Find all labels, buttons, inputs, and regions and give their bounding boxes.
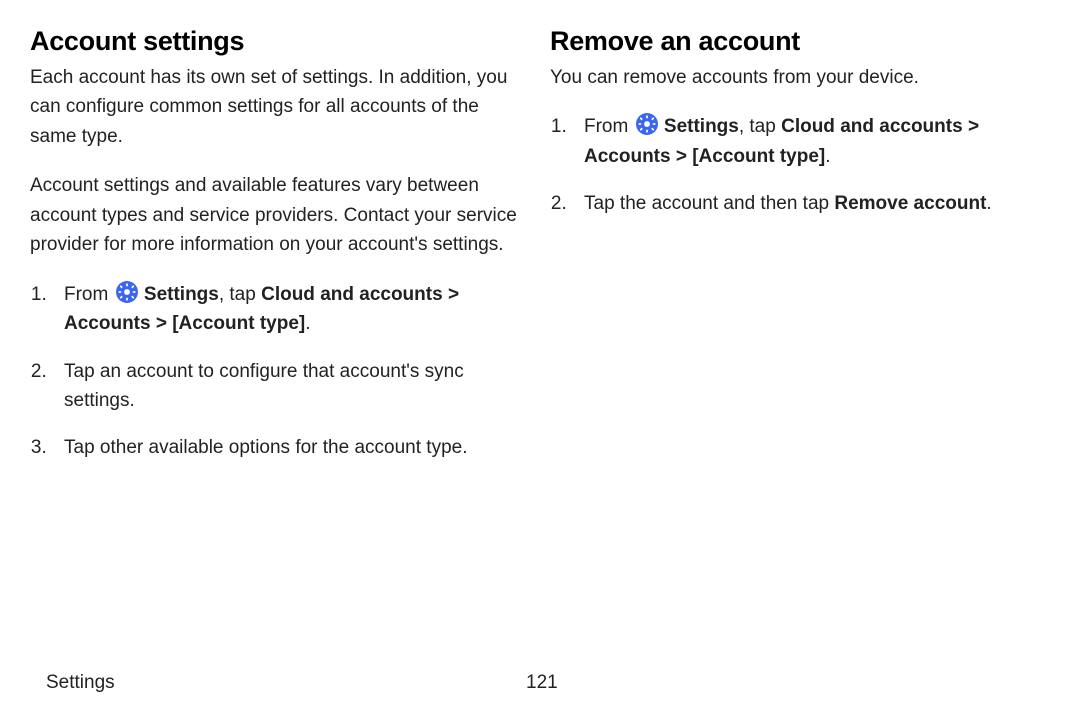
bold-text: Settings xyxy=(664,116,739,137)
bold-text: Accounts xyxy=(64,313,151,334)
bold-text: Remove account xyxy=(834,193,986,214)
list-item: From Settings, tap Cloud and accounts > … xyxy=(52,280,520,339)
bold-text: > xyxy=(671,146,693,167)
list-item: From Settings, tap Cloud and accounts > … xyxy=(572,112,1040,171)
text: From xyxy=(584,116,634,137)
footer-section-name: Settings xyxy=(46,672,526,694)
bold-text: > xyxy=(443,284,459,305)
steps-list: From Settings, tap Cloud and accounts > … xyxy=(550,112,1040,218)
bold-text: [Account type] xyxy=(172,313,305,334)
steps-list: From Settings, tap Cloud and accounts > … xyxy=(30,280,520,463)
bold-text: Cloud and accounts xyxy=(781,116,963,137)
text: From xyxy=(64,284,114,305)
heading-account-settings: Account settings xyxy=(30,26,520,57)
heading-remove-account: Remove an account xyxy=(550,26,1040,57)
bold-text: Settings xyxy=(144,284,219,305)
bold-text: > xyxy=(151,313,173,334)
paragraph: Account settings and available features … xyxy=(30,171,520,259)
page-footer: Settings 121 xyxy=(30,672,1040,700)
text: . xyxy=(986,193,991,214)
settings-gear-icon xyxy=(116,281,138,303)
text: , tap xyxy=(739,116,781,137)
list-item: Tap other available options for the acco… xyxy=(52,433,520,462)
right-column: Remove an account You can remove account… xyxy=(550,20,1040,481)
paragraph: You can remove accounts from your device… xyxy=(550,63,1040,92)
list-item: Tap the account and then tap Remove acco… xyxy=(572,189,1040,218)
list-item: Tap an account to configure that account… xyxy=(52,357,520,416)
text: . xyxy=(825,146,830,167)
paragraph: Each account has its own set of settings… xyxy=(30,63,520,151)
text: . xyxy=(305,313,310,334)
bold-text: [Account type] xyxy=(692,146,825,167)
manual-page: Account settings Each account has its ow… xyxy=(0,0,1080,720)
bold-text: Accounts xyxy=(584,146,671,167)
left-column: Account settings Each account has its ow… xyxy=(30,20,520,481)
settings-gear-icon xyxy=(636,113,658,135)
content-columns: Account settings Each account has its ow… xyxy=(30,20,1040,481)
text: , tap xyxy=(219,284,261,305)
footer-page-number: 121 xyxy=(526,672,558,694)
bold-text: Cloud and accounts xyxy=(261,284,443,305)
bold-text: > xyxy=(963,116,979,137)
text: Tap the account and then tap xyxy=(584,193,834,214)
